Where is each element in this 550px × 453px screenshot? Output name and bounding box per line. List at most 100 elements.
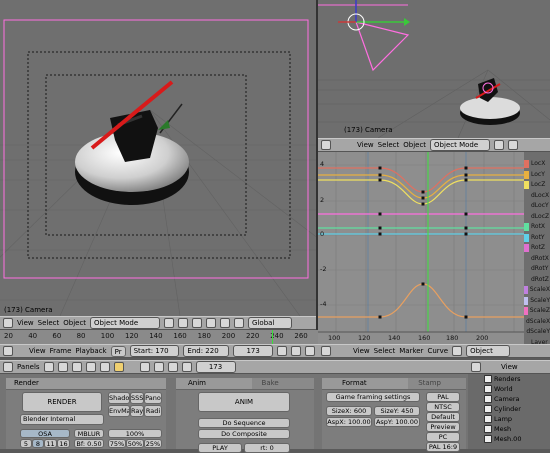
menu-view[interactable]: View	[29, 347, 46, 355]
ipo-channel[interactable]: dLocY	[524, 201, 550, 212]
menu-curve[interactable]: Curve	[427, 347, 448, 355]
menu-object[interactable]: Object	[403, 141, 426, 149]
frame-field[interactable]: 173	[196, 361, 236, 373]
editing-context-icon[interactable]	[100, 362, 110, 372]
ipo-keyframe[interactable]	[422, 283, 425, 286]
mblur-toggle[interactable]: MBLUR	[74, 429, 104, 438]
ipo-channel[interactable]: LocX	[524, 159, 550, 170]
menu-panels[interactable]: Panels	[17, 363, 40, 371]
ipo-type-select[interactable]: Object	[466, 345, 510, 357]
rt-field[interactable]: rt: 0	[244, 443, 290, 453]
buttons-editor-icon[interactable]	[3, 362, 13, 372]
end-frame-field[interactable]: End: 220	[183, 345, 229, 357]
ipo-keyframe[interactable]	[465, 174, 468, 177]
sizey-field[interactable]: SizeY: 450	[374, 406, 420, 416]
ipo-curve-editor[interactable]: 420-2-4 100120140160180200	[318, 152, 524, 344]
ipo-keyframe[interactable]	[465, 233, 468, 236]
outliner-item[interactable]: Renders	[484, 374, 550, 384]
mode-select[interactable]: Object Mode	[430, 139, 490, 151]
ipo-keyframe[interactable]	[422, 191, 425, 194]
menu-view[interactable]: View	[353, 347, 370, 355]
envmap-toggle[interactable]: EnvMa	[108, 405, 130, 417]
ipo-keyframe[interactable]	[422, 197, 425, 200]
format-preset-button[interactable]: NTSC	[426, 402, 460, 412]
pivot-icon[interactable]	[178, 318, 188, 328]
translate-icon[interactable]	[206, 318, 216, 328]
lock-icon[interactable]	[452, 346, 462, 356]
osa-8[interactable]: 8	[32, 439, 44, 448]
ipo-channel[interactable]: dScaleY	[524, 327, 550, 338]
ipo-editor-icon[interactable]	[321, 346, 331, 356]
ipo-channel[interactable]: RotX	[524, 222, 550, 233]
mode-select[interactable]: Object Mode	[90, 317, 160, 329]
ipo-keyframe[interactable]	[379, 213, 382, 216]
percent-50[interactable]: 50%	[126, 439, 144, 448]
menu-select[interactable]: Select	[378, 141, 400, 149]
ray-toggle[interactable]: Ray	[130, 405, 144, 417]
view3d-editor-icon[interactable]	[321, 140, 331, 150]
format-preset-button[interactable]: PC	[426, 432, 460, 442]
ipo-channel[interactable]: dRotZ	[524, 275, 550, 286]
pivot-icon[interactable]	[508, 140, 518, 150]
ipo-keyframe[interactable]	[465, 167, 468, 170]
outliner-item[interactable]: Lamp	[484, 414, 550, 424]
render-tab[interactable]: Render	[6, 378, 166, 390]
game-framing-button[interactable]: Game framing settings	[326, 392, 420, 402]
play-button[interactable]: PLAY	[198, 443, 242, 453]
start-frame-field[interactable]: Start: 170	[130, 345, 180, 357]
render-button[interactable]: RENDER	[22, 392, 102, 412]
percent-75[interactable]: 75%	[108, 439, 126, 448]
outliner-item[interactable]: Camera	[484, 394, 550, 404]
osa-16[interactable]: 16	[57, 439, 70, 448]
anim-button[interactable]: ANIM	[198, 392, 290, 412]
jump-start-icon[interactable]	[277, 346, 287, 356]
ipo-keyframe[interactable]	[379, 316, 382, 319]
ipo-keyframe[interactable]	[379, 167, 382, 170]
orientation-select[interactable]: Global	[248, 317, 292, 329]
outliner-item[interactable]: Cylinder	[484, 404, 550, 414]
ipo-channel[interactable]: RotZ	[524, 243, 550, 254]
outliner-item[interactable]: Mesh	[484, 424, 550, 434]
ipo-channel[interactable]: dLocZ	[524, 212, 550, 223]
ipo-keyframe[interactable]	[379, 227, 382, 230]
world-sub-icon[interactable]	[182, 362, 192, 372]
ipo-channel[interactable]: ScaleY	[524, 296, 550, 307]
menu-view[interactable]: View	[357, 141, 374, 149]
percent-100[interactable]: 100%	[108, 429, 162, 438]
pano-toggle[interactable]: Pano	[144, 392, 162, 404]
stamp-tab[interactable]: Stamp	[408, 378, 466, 389]
ipo-channel[interactable]: dLocX	[524, 191, 550, 202]
ipo-channel[interactable]: ScaleZ	[524, 306, 550, 317]
do-sequence-toggle[interactable]: Do Sequence	[198, 418, 290, 428]
ipo-keyframe[interactable]	[379, 233, 382, 236]
ipo-keyframe[interactable]	[379, 174, 382, 177]
object-context-icon[interactable]	[86, 362, 96, 372]
ipo-channel[interactable]: LocZ	[524, 180, 550, 191]
anim-tab[interactable]: Anim	[176, 378, 252, 389]
shading-icon[interactable]	[494, 140, 504, 150]
outliner-item[interactable]: Mesh.00	[484, 434, 550, 444]
shadow-toggle[interactable]: Shado	[108, 392, 130, 404]
outliner-editor-icon[interactable]	[471, 362, 481, 372]
format-tab[interactable]: Format	[322, 378, 408, 389]
scene-context-icon[interactable]	[114, 362, 124, 372]
scale-icon[interactable]	[234, 318, 244, 328]
sizex-field[interactable]: SizeX: 600	[326, 406, 372, 416]
shading-context-icon[interactable]	[72, 362, 82, 372]
menu-view[interactable]: View	[501, 363, 518, 371]
format-preset-button[interactable]: Default	[426, 412, 460, 422]
menu-playback[interactable]: Playback	[75, 347, 106, 355]
ipo-keyframe[interactable]	[465, 179, 468, 182]
radio-toggle[interactable]: Radi	[144, 405, 162, 417]
ipo-keyframe[interactable]	[379, 179, 382, 182]
osa-11[interactable]: 11	[44, 439, 57, 448]
format-preset-button[interactable]: PAL 16:9	[426, 442, 460, 452]
viewport-camera[interactable]: (173) Camera	[0, 0, 316, 316]
menu-select[interactable]: Select	[38, 319, 60, 327]
do-composite-toggle[interactable]: Do Composite	[198, 429, 290, 439]
format-preset-button[interactable]: PAL	[426, 392, 460, 402]
osa-toggle[interactable]: OSA	[20, 429, 70, 438]
menu-object[interactable]: Object	[63, 319, 86, 327]
play-icon[interactable]	[305, 346, 315, 356]
blur-factor-field[interactable]: Bf: 0.50	[74, 439, 104, 448]
